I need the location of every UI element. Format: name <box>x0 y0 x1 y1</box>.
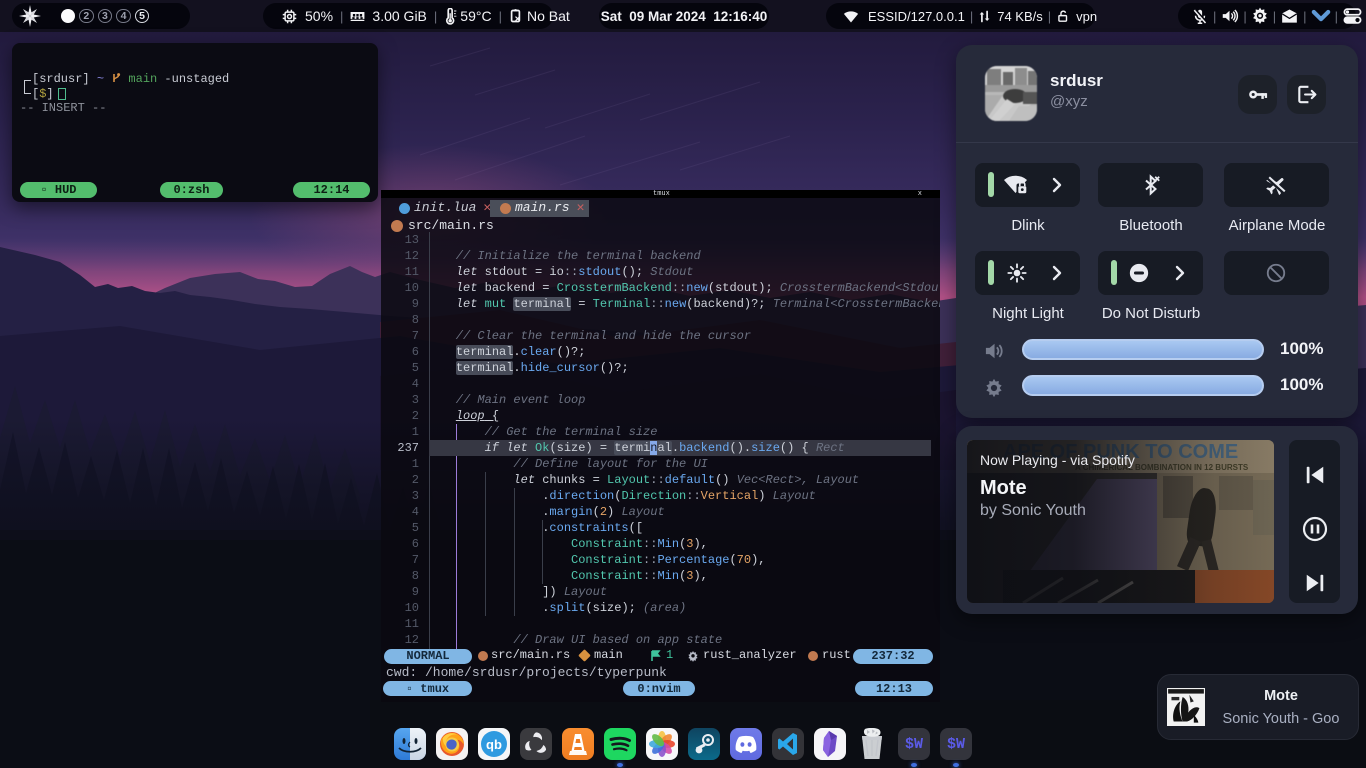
svg-text:qb: qb <box>486 737 502 752</box>
